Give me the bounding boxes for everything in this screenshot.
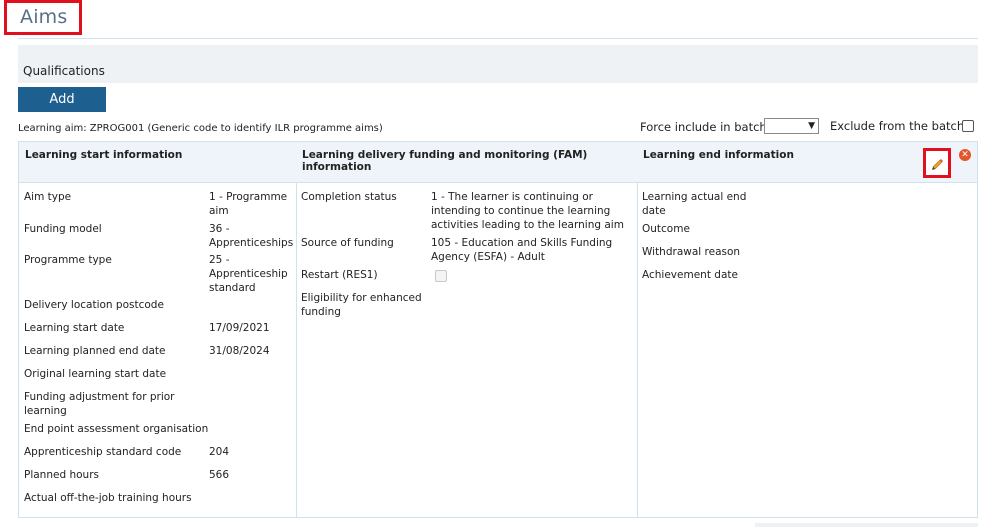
exclude-batch-label: Exclude from the batch	[830, 119, 965, 133]
fam-header: Learning delivery funding and monitoring…	[296, 142, 637, 183]
start-date-value: 17/09/2021	[209, 322, 270, 334]
eligibility-label: Eligibility for enhanced funding	[301, 292, 422, 318]
learning-start-header: Learning start information	[19, 142, 296, 183]
learning-start-heading: Learning start information	[25, 149, 183, 161]
programme-type-label: Programme type	[24, 254, 112, 266]
source-funding-label: Source of funding	[301, 237, 394, 249]
funding-model-label: Funding model	[24, 223, 102, 235]
force-include-label: Force include in batch	[640, 120, 767, 134]
achievement-date-label: Achievement date	[642, 269, 738, 281]
close-icon: ✕	[961, 150, 969, 160]
epa-organisation-label: End point assessment organisation	[24, 423, 209, 435]
page-title: Aims	[20, 6, 68, 28]
otj-hours-label: Actual off-the-job training hours	[24, 492, 192, 504]
delete-button[interactable]: ✕	[959, 149, 971, 161]
completion-status-label: Completion status	[301, 191, 397, 203]
qualifications-header: Qualifications	[18, 45, 978, 83]
fam-heading: Learning delivery funding and monitoring…	[302, 149, 588, 173]
fam-column: Learning delivery funding and monitoring…	[296, 142, 638, 517]
add-button[interactable]: Add	[18, 87, 106, 112]
learning-start-column: Learning start information Aim type 1 - …	[19, 142, 297, 517]
standard-code-label: Apprenticeship standard code	[24, 446, 182, 458]
aim-type-value: 1 - Programme aim	[209, 191, 288, 217]
restart-label: Restart (RES1)	[301, 269, 378, 281]
bottom-bar	[755, 523, 978, 527]
chevron-down-icon: ▼	[808, 121, 815, 131]
delivery-postcode-label: Delivery location postcode	[24, 299, 164, 311]
planned-hours-label: Planned hours	[24, 469, 99, 481]
aim-details-panel: Learning start information Aim type 1 - …	[18, 141, 978, 518]
aim-type-label: Aim type	[24, 191, 72, 203]
pencil-icon	[932, 159, 943, 170]
start-date-label: Learning start date	[24, 322, 125, 334]
learning-end-column: Learning end information Learning actual…	[637, 142, 977, 517]
source-funding-value: 105 - Education and Skills Funding Agenc…	[431, 237, 613, 263]
funding-adjustment-label: Funding adjustment for prior learning	[24, 391, 175, 417]
learning-end-heading: Learning end information	[643, 149, 794, 161]
planned-end-value: 31/08/2024	[209, 345, 270, 357]
edit-button[interactable]	[923, 148, 951, 178]
programme-type-value: 25 - Apprenticeship standard	[209, 254, 288, 294]
completion-status-value: 1 - The learner is continuing or intendi…	[431, 191, 624, 231]
learning-aim-title: Learning aim: ZPROG001 (Generic code to …	[18, 123, 383, 134]
planned-end-label: Learning planned end date	[24, 345, 166, 357]
funding-model-value: 36 - Apprenticeships	[209, 223, 294, 249]
exclude-batch-checkbox[interactable]	[962, 120, 974, 132]
original-start-label: Original learning start date	[24, 368, 167, 380]
withdrawal-reason-label: Withdrawal reason	[642, 246, 741, 258]
planned-hours-value: 566	[209, 469, 230, 481]
force-include-select[interactable]: ▼	[764, 118, 819, 134]
outcome-label: Outcome	[642, 223, 690, 235]
standard-code-value: 204	[209, 446, 230, 458]
qualifications-label: Qualifications	[23, 64, 105, 78]
title-divider	[18, 38, 978, 39]
restart-checkbox[interactable]	[435, 270, 447, 282]
actual-end-date-label: Learning actual end date	[642, 191, 747, 217]
